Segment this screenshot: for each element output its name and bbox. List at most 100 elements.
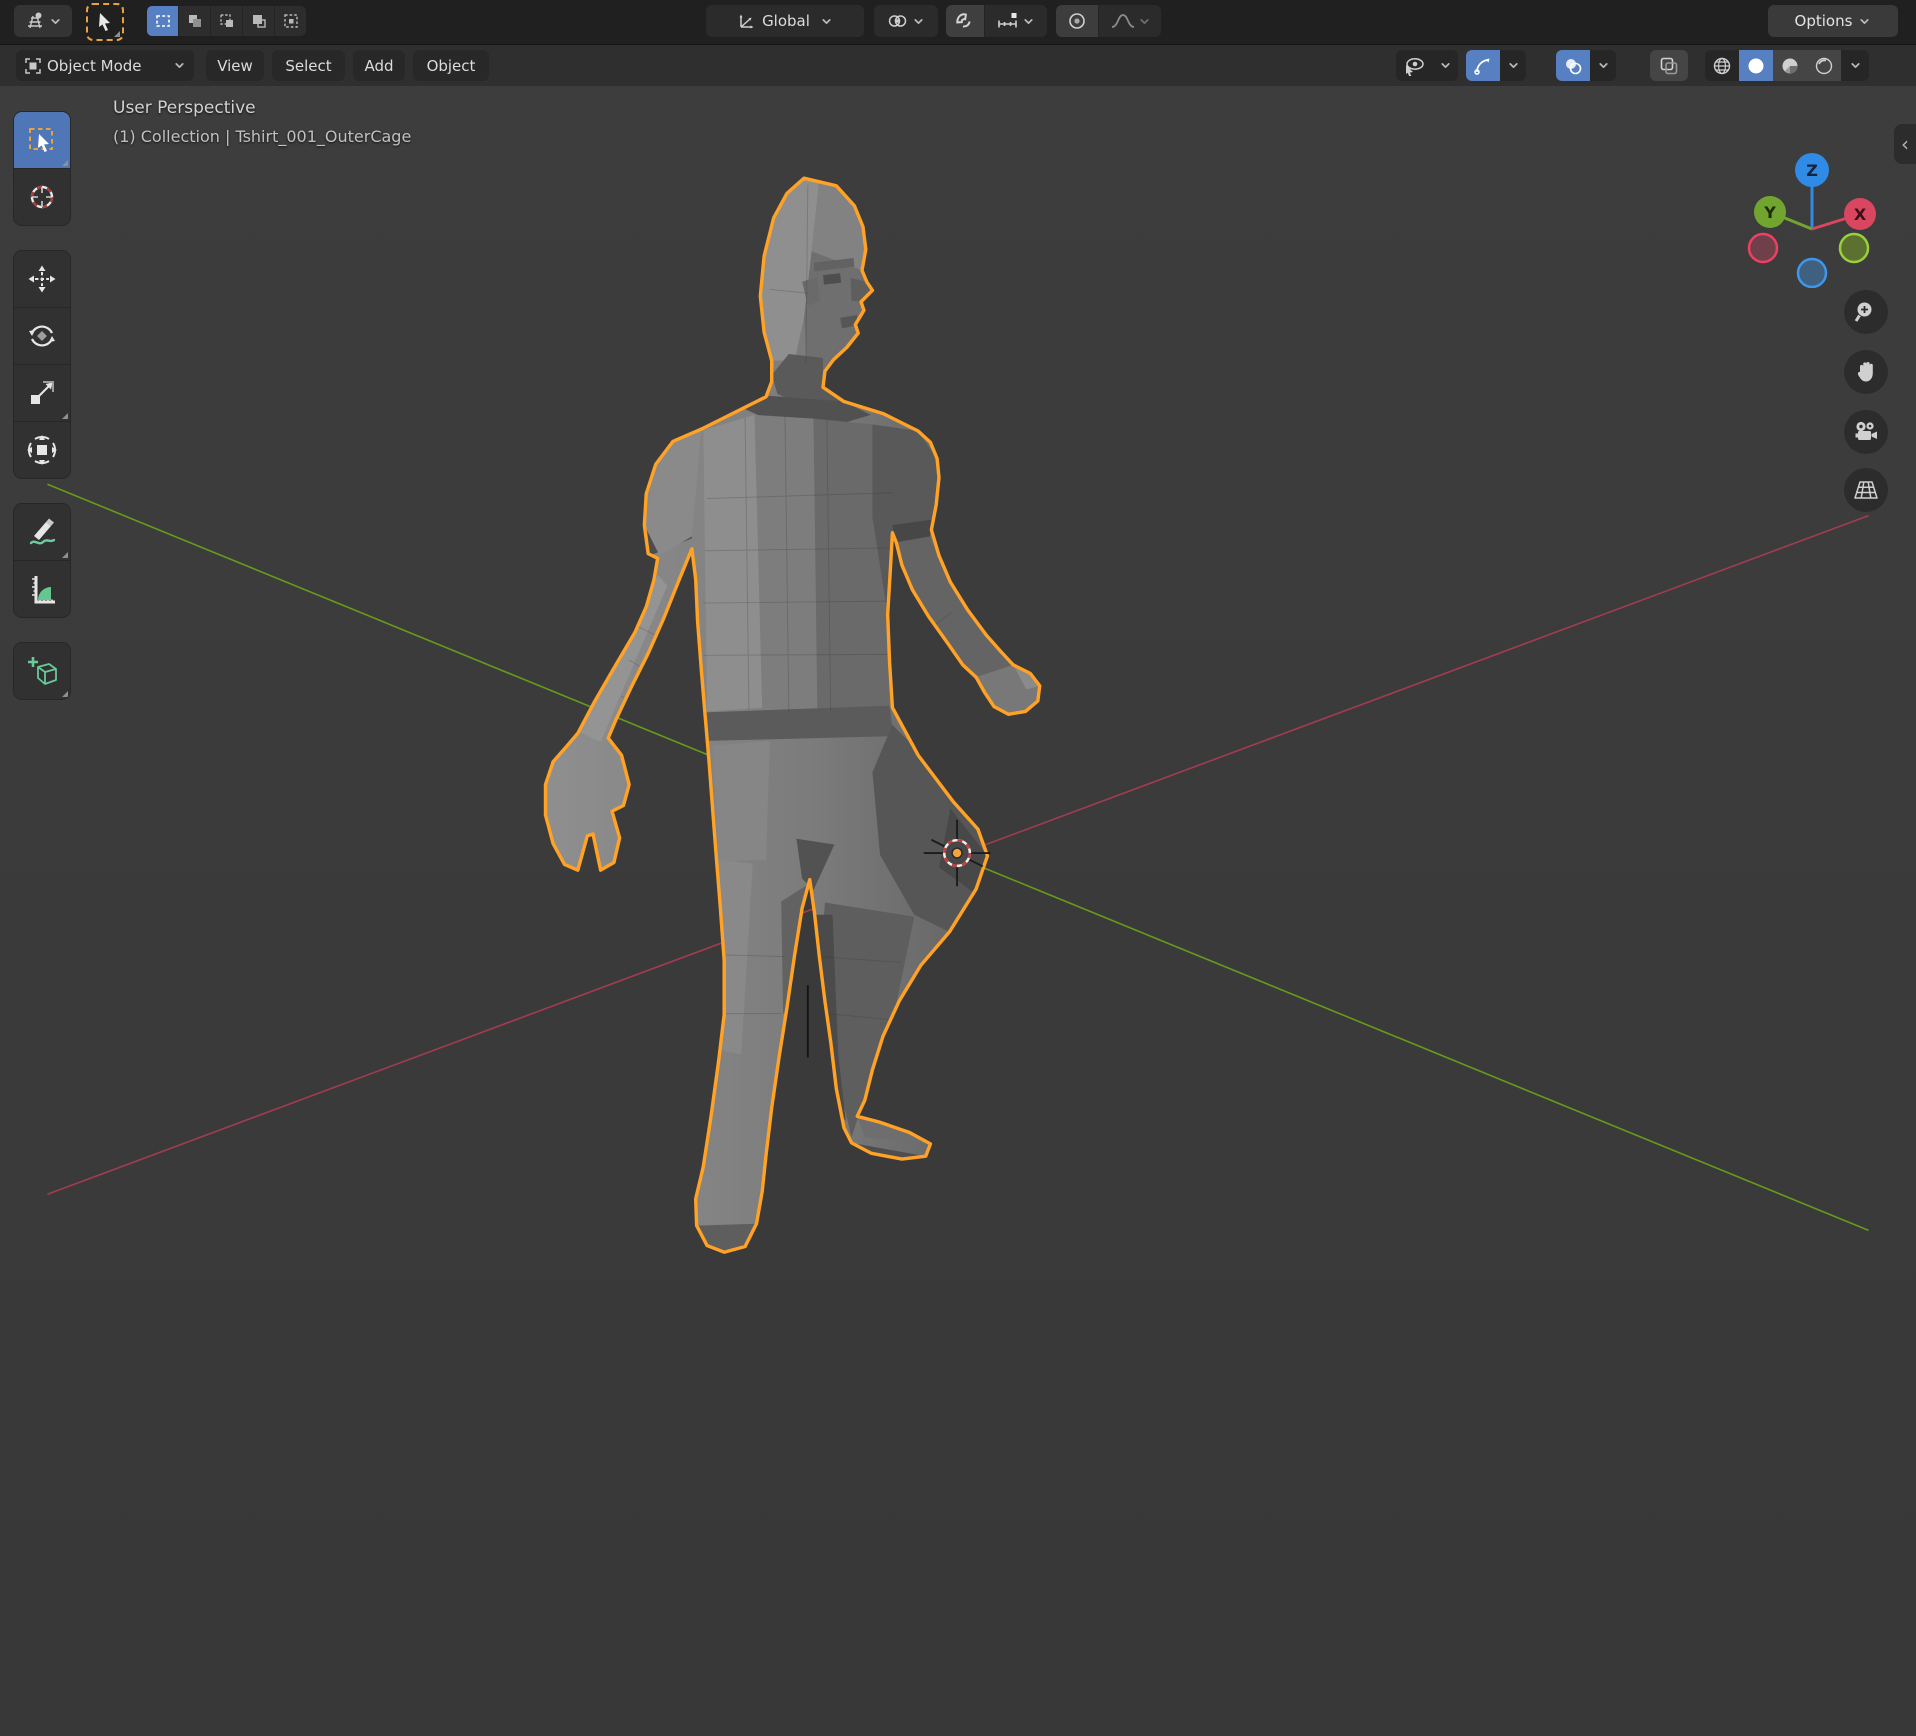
orientation-label: Global: [762, 12, 810, 30]
cursor-tool-icon: [26, 181, 58, 213]
zoom-button[interactable]: [1844, 290, 1888, 334]
options-label: Options: [1795, 12, 1853, 30]
tool-transform[interactable]: [14, 422, 70, 478]
mesh-facets: [580, 178, 1040, 1252]
viewport-text-overlay: User Perspective (1) Collection | Tshirt…: [113, 98, 411, 146]
collapse-chevron-icon: ‹: [1901, 132, 1909, 156]
mode-dropdown[interactable]: Object Mode: [16, 50, 194, 81]
chevron-down-icon: [1858, 15, 1871, 28]
shading-solid-button[interactable]: [1739, 50, 1773, 81]
chevron-down-icon: [1507, 59, 1520, 72]
shading-wireframe-icon: [1712, 56, 1732, 76]
editor-type-dropdown[interactable]: [14, 5, 72, 37]
falloff-dropdown[interactable]: [1098, 5, 1161, 37]
pivot-point-dropdown[interactable]: [874, 5, 938, 37]
chevron-down-icon: [1597, 59, 1610, 72]
tool-measure[interactable]: [14, 561, 70, 617]
select-mode-extend[interactable]: [179, 6, 211, 36]
shading-rendered-icon: [1814, 56, 1834, 76]
selected-mesh-figure[interactable]: [546, 178, 1040, 1252]
gizmo-minus-x-axis[interactable]: [1749, 234, 1777, 262]
select-box-icon: [27, 125, 57, 155]
active-tool-thumbnail[interactable]: [86, 3, 124, 41]
transform-orientation-dropdown[interactable]: Global: [706, 5, 864, 37]
shading-wireframe-button[interactable]: [1705, 50, 1739, 81]
snap-toggle[interactable]: [946, 5, 984, 37]
toggle-ortho-button[interactable]: [1844, 468, 1888, 512]
navigation-gizmo[interactable]: Z Y X: [1723, 113, 1893, 288]
chevron-down-icon: [912, 15, 925, 28]
proportional-editing-toggle[interactable]: [1056, 5, 1098, 37]
transform-icon: [25, 433, 59, 467]
menu-add-label: Add: [364, 57, 393, 75]
select-mode-group: [147, 6, 306, 36]
select-mode-set[interactable]: [147, 6, 179, 36]
overlays-group: [1556, 50, 1616, 81]
pan-button[interactable]: [1844, 350, 1888, 394]
tool-scale[interactable]: [14, 365, 70, 422]
snap-target-dropdown[interactable]: [984, 5, 1047, 37]
gizmo-minus-y-axis[interactable]: [1840, 234, 1868, 262]
show-object-types-icon: [1403, 56, 1425, 76]
collection-object-breadcrumb: (1) Collection | Tshirt_001_OuterCage: [113, 127, 411, 146]
toggle-xray-button[interactable]: [1650, 50, 1688, 81]
show-object-types-chevron[interactable]: [1432, 50, 1458, 81]
snap-increment-icon: [997, 11, 1019, 31]
submenu-corner: [62, 691, 68, 697]
menu-select[interactable]: Select: [272, 50, 345, 81]
gizmo-y-label: Y: [1763, 203, 1776, 222]
editor-type-3d-viewport-icon: [25, 11, 45, 31]
tool-add-cube[interactable]: [14, 643, 70, 699]
toggle-ortho-grid-icon: [1853, 478, 1879, 502]
object-mode-icon: [24, 57, 42, 75]
tool-select-box[interactable]: [14, 112, 70, 169]
select-set-icon: [155, 13, 171, 29]
shading-rendered-button[interactable]: [1807, 50, 1841, 81]
tool-cursor[interactable]: [14, 169, 70, 225]
scene-canvas: [0, 86, 1916, 1736]
select-invert-icon: [251, 13, 267, 29]
snap-group: [946, 5, 1047, 37]
viewport-header: Object Mode View Select Add Object: [0, 45, 1916, 87]
pan-hand-icon: [1854, 360, 1878, 384]
chevron-down-icon: [1849, 59, 1862, 72]
menu-object-label: Object: [427, 57, 476, 75]
viewport-gizmos-toggle[interactable]: [1466, 50, 1500, 81]
shading-material-button[interactable]: [1773, 50, 1807, 81]
select-subtract-icon: [219, 13, 235, 29]
camera-view-button[interactable]: [1844, 410, 1888, 454]
viewport-overlays-icon: [1563, 56, 1583, 76]
gizmos-chevron[interactable]: [1500, 50, 1526, 81]
chevron-down-icon: [173, 59, 186, 72]
select-extend-icon: [187, 13, 203, 29]
select-mode-invert[interactable]: [243, 6, 275, 36]
menu-view[interactable]: View: [206, 50, 264, 81]
zoom-icon: [1854, 300, 1878, 324]
shading-chevron[interactable]: [1841, 50, 1869, 81]
tool-annotate[interactable]: [14, 504, 70, 561]
menu-view-label: View: [217, 57, 253, 75]
tool-move[interactable]: [14, 251, 70, 308]
pivot-point-icon: [887, 12, 908, 30]
camera-view-icon: [1853, 420, 1879, 444]
shading-solid-icon: [1746, 56, 1766, 76]
sidebar-collapse-tab[interactable]: ‹: [1894, 124, 1916, 164]
select-mode-subtract[interactable]: [211, 6, 243, 36]
shading-material-icon: [1780, 56, 1800, 76]
menu-object[interactable]: Object: [413, 50, 489, 81]
toggle-xray-icon: [1659, 56, 1679, 76]
gizmos-group: [1466, 50, 1526, 81]
shading-group: [1705, 50, 1869, 81]
overlays-chevron[interactable]: [1590, 50, 1616, 81]
options-dropdown[interactable]: Options: [1768, 5, 1898, 37]
menu-add[interactable]: Add: [353, 50, 405, 81]
add-cube-icon: [25, 654, 59, 688]
tool-rotate[interactable]: [14, 308, 70, 365]
select-mode-intersect[interactable]: [275, 6, 306, 36]
select-cursor-icon: [95, 11, 115, 33]
snap-magnet-icon: [955, 11, 975, 31]
3d-viewport[interactable]: User Perspective (1) Collection | Tshirt…: [0, 86, 1916, 1736]
show-object-types-button[interactable]: [1396, 50, 1432, 81]
gizmo-minus-z-axis[interactable]: [1798, 259, 1826, 287]
viewport-overlays-toggle[interactable]: [1556, 50, 1590, 81]
